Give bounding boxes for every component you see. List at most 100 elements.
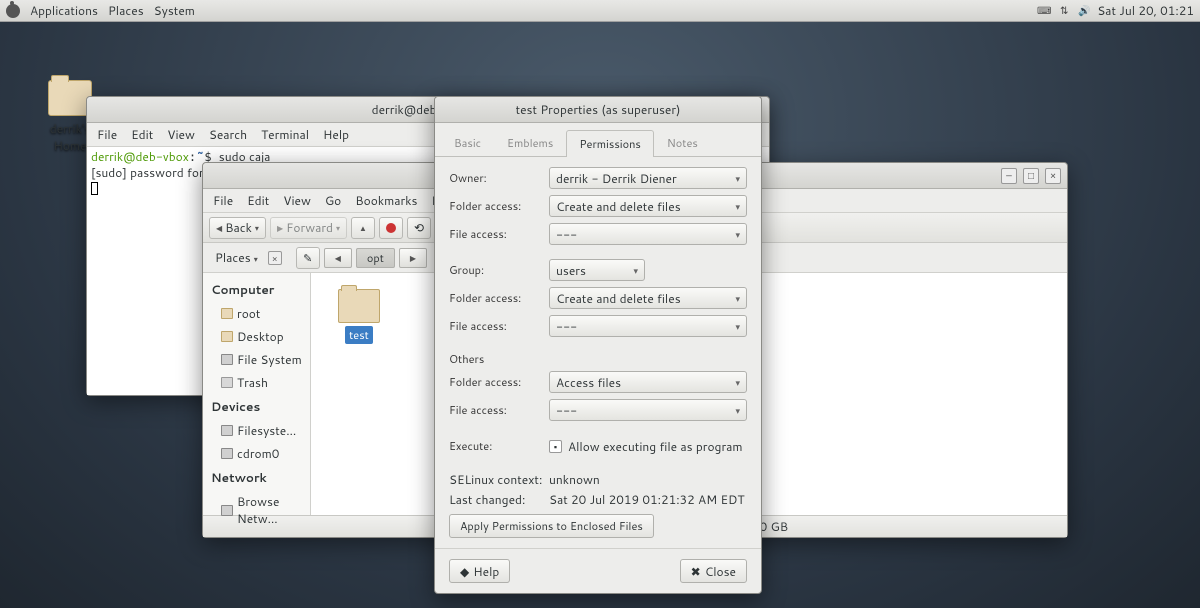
group-label: Group: [449,262,549,278]
term-menu-edit[interactable]: Edit [131,126,153,143]
panel-clock[interactable]: Sat Jul 20, 01:21 [1097,2,1194,19]
crumb-root[interactable]: ◀ [324,248,352,268]
caja-close-button[interactable]: × [1045,168,1061,184]
network-tray-icon[interactable]: ⇅ [1057,4,1071,18]
owner-file-access-label: File access: [449,226,549,242]
properties-dialog: test Properties (as superuser) Basic Emb… [434,96,762,594]
path-edit-button[interactable]: ✎ [296,247,320,269]
lastchanged-value: Sat 20 Jul 2019 01:21:32 AM EDT [549,491,745,508]
owner-folder-access-combo[interactable]: Create and delete files [549,195,747,217]
others-folder-access-label: Folder access: [449,374,549,390]
sidebar-item-filesyste[interactable]: Filesyste… [203,419,310,442]
close-button[interactable]: ✖Close [680,559,747,583]
term-menu-help[interactable]: Help [323,126,349,143]
help-icon: ◆ [460,563,469,580]
sidebar-item-browse-network[interactable]: Browse Netw… [203,490,310,530]
lastchanged-label: Last changed: [449,491,549,508]
disc-icon [221,448,233,459]
execute-checkbox[interactable]: ▪ [549,440,562,453]
sidebar-item-trash[interactable]: Trash [203,371,310,394]
group-folder-access-label: Folder access: [449,290,549,306]
up-arrow-icon: ▲ [359,222,367,234]
up-button[interactable]: ▲ [351,217,375,239]
group-file-access-label: File access: [449,318,549,334]
terminal-cursor [91,182,98,195]
group-combo[interactable]: users [549,259,645,281]
group-file-access-combo[interactable]: --- [549,315,747,337]
stop-button[interactable] [379,217,403,239]
group-folder-access-combo[interactable]: Create and delete files [549,287,747,309]
panel-menu-places[interactable]: Places [108,2,144,19]
chevron-down-icon: ▾ [254,253,258,265]
panel-menu-system[interactable]: System [154,2,195,19]
gnome-foot-icon [6,4,20,18]
reload-icon: ⟲ [414,219,424,236]
left-arrow-icon: ◀ [335,252,341,264]
caja-menu-edit[interactable]: Edit [247,192,269,209]
back-button[interactable]: ◀Back ▾ [209,217,266,239]
sidebar-item-filesystem[interactable]: File System [203,348,310,371]
trash-icon [221,377,233,388]
folder-icon [221,308,233,319]
others-header: Others [449,351,747,367]
caja-menu-go[interactable]: Go [325,192,341,209]
forward-arrow-icon: ▶ [277,222,283,234]
right-arrow-icon: ▶ [410,252,416,264]
close-icon: ✖ [691,563,701,580]
owner-folder-access-label: Folder access: [449,198,549,214]
sidebar-network-header: Network [203,465,310,490]
file-test-folder[interactable]: test [327,289,391,344]
top-panel: Applications Places System ⌨ ⇅ 🔊 Sat Jul… [0,0,1200,22]
sidebar-item-desktop[interactable]: Desktop [203,325,310,348]
execute-text: Allow executing file as program [568,438,743,455]
execute-label: Execute: [449,438,549,454]
back-arrow-icon: ◀ [216,222,222,234]
sidebar-item-cdrom0[interactable]: cdrom0 [203,442,310,465]
owner-combo[interactable]: derrik - Derrik Diener [549,167,747,189]
tab-permissions[interactable]: Permissions [566,130,654,157]
others-file-access-combo[interactable]: --- [549,399,747,421]
props-tabs: Basic Emblems Permissions Notes [435,123,761,157]
term-menu-view[interactable]: View [167,126,195,143]
sidebar-item-root[interactable]: root [203,302,310,325]
caja-menu-bookmarks[interactable]: Bookmarks [355,192,417,209]
places-dropdown[interactable]: Places ▾ [209,247,264,268]
sidebar-computer-header: Computer [203,277,310,302]
owner-label: Owner: [449,170,549,186]
forward-button[interactable]: ▶Forward ▾ [270,217,347,239]
keyboard-tray-icon[interactable]: ⌨ [1037,4,1051,18]
help-button[interactable]: ◆Help [449,559,510,583]
network-icon [221,505,233,516]
tab-basic[interactable]: Basic [441,129,494,156]
crumb-next[interactable]: ▶ [399,248,427,268]
caja-minimize-button[interactable]: – [1001,168,1017,184]
caja-menu-file[interactable]: File [213,192,233,209]
others-file-access-label: File access: [449,402,549,418]
places-close-button[interactable]: × [268,251,282,265]
term-menu-search[interactable]: Search [209,126,247,143]
term-menu-file[interactable]: File [97,126,117,143]
apply-permissions-button[interactable]: Apply Permissions to Enclosed Files [449,514,654,538]
reload-button[interactable]: ⟲ [407,217,431,239]
sidebar-devices-header: Devices [203,394,310,419]
props-titlebar[interactable]: test Properties (as superuser) [435,97,761,123]
props-title: test Properties (as superuser) [516,101,681,118]
selinux-value: unknown [549,471,600,488]
caja-menu-view[interactable]: View [283,192,311,209]
file-label: test [345,326,373,344]
caja-maximize-button[interactable]: □ [1023,168,1039,184]
tab-notes[interactable]: Notes [654,129,711,156]
term-menu-terminal[interactable]: Terminal [261,126,309,143]
owner-file-access-combo[interactable]: --- [549,223,747,245]
drive-icon [221,425,233,436]
chevron-down-icon: ▾ [336,222,340,234]
stop-icon [386,223,396,233]
selinux-label: SELinux context: [449,471,549,488]
crumb-opt[interactable]: opt [356,248,395,268]
tab-emblems[interactable]: Emblems [494,129,566,156]
panel-menu-applications[interactable]: Applications [30,2,98,19]
volume-tray-icon[interactable]: 🔊 [1077,4,1091,18]
drive-icon [221,354,233,365]
others-folder-access-combo[interactable]: Access files [549,371,747,393]
folder-icon [221,331,233,342]
